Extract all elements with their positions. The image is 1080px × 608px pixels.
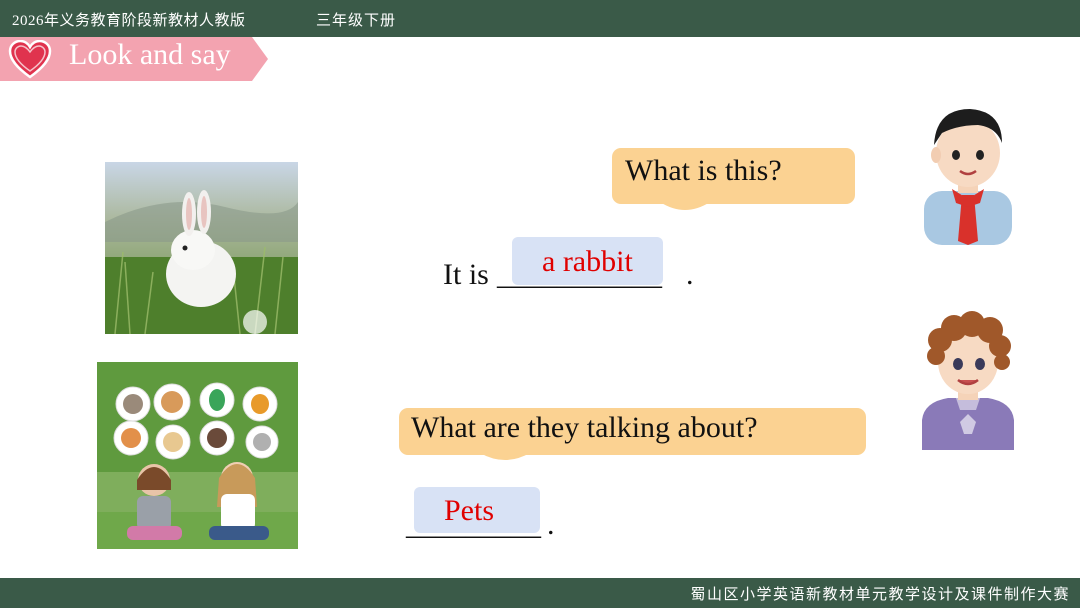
grade-label: 三年级下册: [316, 13, 397, 29]
textbook-label: 2026年义务教育阶段新教材人教版: [12, 13, 246, 29]
bubble-tail-2: [480, 453, 530, 460]
question-text-2: What are they talking about?: [411, 411, 758, 444]
answer-text-1: a rabbit: [542, 245, 633, 278]
boy-character: [918, 103, 1018, 250]
curly-boy-character: [918, 310, 1018, 455]
top-bar: 2026年义务教育阶段新教材人教版 三年级下册: [0, 0, 1080, 37]
section-title: Look and say: [69, 38, 231, 71]
period-1: .: [686, 258, 694, 291]
answer-text-2: Pets: [444, 494, 495, 527]
sentence-prefix-1: It is: [443, 258, 489, 291]
period-2: .: [547, 508, 555, 541]
heart-icon: [8, 40, 52, 79]
bubble-tail-1: [660, 202, 710, 210]
pets-photo: [97, 362, 298, 549]
bottom-bar: 蜀山区小学英语新教材单元教学设计及课件制作大赛: [0, 578, 1080, 608]
contest-label: 蜀山区小学英语新教材单元教学设计及课件制作大赛: [690, 587, 1070, 603]
question-text-1: What is this?: [625, 154, 782, 187]
rabbit-photo: [105, 162, 298, 334]
